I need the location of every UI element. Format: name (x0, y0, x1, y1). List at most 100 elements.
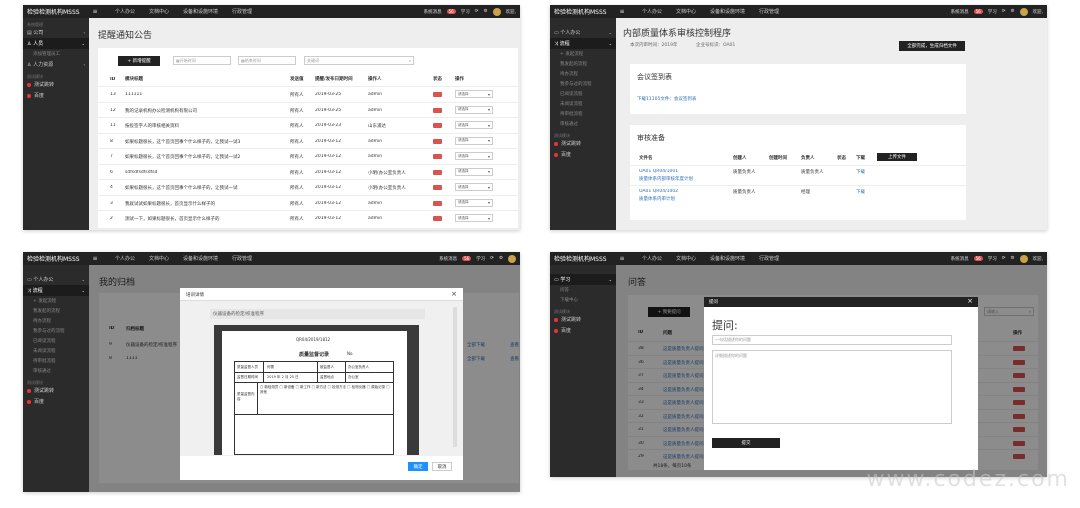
close-icon[interactable]: × (451, 290, 457, 298)
file-name-link[interactable]: 质量体系内审计划 (639, 196, 675, 202)
action-select[interactable]: 请选择 (455, 214, 493, 222)
study-link[interactable]: 学习 (461, 9, 470, 15)
sidebar-item-personal[interactable]: ▭ 个人办公 ⌄ (23, 274, 89, 285)
sidebar-subitem[interactable]: + 发起流程 (23, 296, 89, 306)
action-select[interactable]: 请选择 (455, 90, 493, 98)
menu-toggle-icon[interactable]: ≡ (616, 255, 628, 262)
question-title-input[interactable]: 一句话描述你的问题 (712, 335, 952, 345)
sidebar-subitem[interactable]: 已阅读流程 (550, 89, 616, 99)
refresh-icon[interactable]: ⟳ (1002, 256, 1006, 261)
action-select[interactable]: 请选择 (455, 136, 493, 145)
sidebar-item-test[interactable]: 测试跳转 (23, 79, 89, 90)
menu-toggle-icon[interactable]: ≡ (616, 8, 628, 15)
system-messages[interactable]: 系统消息 (951, 256, 969, 262)
sidebar-item-hr[interactable]: ♙ 人力资源 ‹ (23, 59, 89, 70)
start-time-input[interactable]: ▦ 开始时间 (173, 56, 231, 65)
close-icon[interactable]: × (967, 297, 973, 305)
system-messages[interactable]: 系统消息 (424, 9, 442, 15)
menu-toggle-icon[interactable]: ≡ (89, 8, 101, 15)
sidebar-subitem[interactable]: 已阅读流程 (23, 336, 89, 346)
confirm-button[interactable]: 确定 (408, 462, 428, 471)
refresh-icon[interactable]: ⟳ (475, 9, 479, 14)
refresh-icon[interactable]: ⟳ (490, 256, 494, 261)
action-select[interactable]: 请选择 (455, 121, 493, 129)
sidebar-item-baidu[interactable]: 百度 (23, 396, 89, 407)
sidebar-item-test[interactable]: 测试跳转 (23, 385, 89, 396)
search-icon[interactable]: ⌕ (409, 58, 411, 63)
brand-logo[interactable]: 检验检测机构MSSS (550, 254, 616, 263)
signin-download-link[interactable]: 下载11105文件：会议签到表 (637, 96, 696, 102)
pdf-viewer[interactable]: QR04/2019/1812 质量监督记录 No. 质量监督人员 何蕾 被监督人 (214, 325, 419, 455)
avatar[interactable] (508, 254, 516, 263)
scrollbar[interactable] (453, 307, 457, 447)
study-link[interactable]: 学习 (988, 9, 997, 15)
sidebar-subitem[interactable]: 待审批流程 (23, 356, 89, 366)
nav-equipment[interactable]: 设备和设施环境 (183, 255, 218, 262)
action-select[interactable]: 请选择 (455, 198, 493, 207)
sidebar-item-company[interactable]: ▤ 公司 ‹ (23, 27, 89, 38)
generate-archive-button[interactable]: 全部完成，生成归档文件 (899, 41, 965, 51)
settings-icon[interactable]: ⚙ (1011, 9, 1015, 14)
nav-docs[interactable]: 文档中心 (676, 8, 696, 15)
sidebar-subitem[interactable]: 待办流程 (23, 316, 89, 326)
nav-admin[interactable]: 行政管理 (759, 8, 779, 15)
sidebar-subitem[interactable]: 待审批流程 (550, 109, 616, 119)
study-link[interactable]: 学习 (476, 256, 485, 262)
avatar[interactable] (492, 7, 501, 16)
sidebar-subitem[interactable]: 我参与过的流程 (550, 79, 616, 89)
nav-docs[interactable]: 文档中心 (149, 255, 169, 262)
question-detail-textarea[interactable]: 详细描述你的问题 (712, 350, 952, 424)
upload-button[interactable]: 上传文件 (877, 153, 917, 161)
nav-docs[interactable]: 文档中心 (676, 255, 696, 262)
sidebar-item-add-staff[interactable]: 添加管理员工 (23, 49, 89, 59)
sidebar-item-people[interactable]: ♙ 人员 ⌄ (23, 38, 89, 49)
sidebar-item-flow[interactable]: ⤨ 流程 ⌄ (550, 38, 616, 49)
settings-icon[interactable]: ⚙ (499, 256, 503, 261)
settings-icon[interactable]: ⚙ (1011, 256, 1015, 261)
sidebar-item-test[interactable]: 测试跳转 (550, 314, 616, 325)
sidebar-subitem[interactable]: 待办流程 (550, 69, 616, 79)
sidebar-item-baidu[interactable]: 百度 (23, 90, 89, 101)
cancel-button[interactable]: 取消 (432, 462, 452, 471)
sidebar-subitem[interactable]: + 发起流程 (550, 49, 616, 59)
sidebar-subitem[interactable]: 审核通过 (550, 119, 616, 129)
sidebar-item-flow[interactable]: ⤨ 流程 ⌄ (23, 285, 89, 296)
action-select[interactable]: 请选择 (455, 152, 493, 160)
study-link[interactable]: 学习 (988, 256, 997, 262)
sidebar-subitem[interactable]: 未阅读流程 (550, 99, 616, 109)
sidebar-item-download[interactable]: 下载中心 (550, 295, 616, 305)
menu-toggle-icon[interactable]: ≡ (89, 255, 101, 262)
nav-equipment[interactable]: 设备和设施环境 (183, 8, 218, 15)
action-select[interactable]: 请选择 (455, 183, 493, 191)
avatar[interactable] (1019, 7, 1028, 16)
nav-personal[interactable]: 个人办公 (115, 255, 135, 262)
sidebar-subitem[interactable]: 我发起的流程 (23, 306, 89, 316)
refresh-icon[interactable]: ⟳ (1002, 9, 1006, 14)
brand-logo[interactable]: 检验检测机构MSSS (23, 254, 89, 263)
sidebar-subitem[interactable]: 未阅读流程 (23, 346, 89, 356)
nav-equipment[interactable]: 设备和设施环境 (710, 8, 745, 15)
file-name-link[interactable]: 质量体系内部审核年度计划 (639, 176, 693, 182)
sidebar-item-personal[interactable]: ▭ 个人办公 ⌄ (550, 27, 616, 38)
sidebar-subitem[interactable]: 我参与过的流程 (23, 326, 89, 336)
nav-admin[interactable]: 行政管理 (232, 8, 252, 15)
nav-admin[interactable]: 行政管理 (232, 255, 252, 262)
keyword-input[interactable]: 关键词 ⌕ (304, 56, 414, 65)
end-time-input[interactable]: ▦ 结束时间 (238, 56, 296, 65)
brand-logo[interactable]: 检验检测机构MSSS (550, 7, 616, 16)
sidebar-item-test[interactable]: 测试跳转 (550, 138, 616, 149)
avatar[interactable] (1019, 254, 1028, 263)
action-select[interactable]: 请选择 (455, 167, 493, 176)
nav-personal[interactable]: 个人办公 (642, 8, 662, 15)
submit-button[interactable]: 提交 (712, 438, 780, 448)
download-link[interactable]: 下载 (856, 189, 865, 195)
nav-equipment[interactable]: 设备和设施环境 (710, 255, 745, 262)
sidebar-item-study[interactable]: ▭ 学习 ⌄ (550, 274, 616, 285)
add-notice-button[interactable]: + 新增提醒 (118, 56, 160, 66)
download-link[interactable]: 下载 (856, 169, 865, 175)
sidebar-item-baidu[interactable]: 百度 (550, 149, 616, 160)
sidebar-subitem[interactable]: 我发起的流程 (550, 59, 616, 69)
settings-icon[interactable]: ⚙ (484, 9, 488, 14)
nav-personal[interactable]: 个人办公 (642, 255, 662, 262)
nav-admin[interactable]: 行政管理 (759, 255, 779, 262)
